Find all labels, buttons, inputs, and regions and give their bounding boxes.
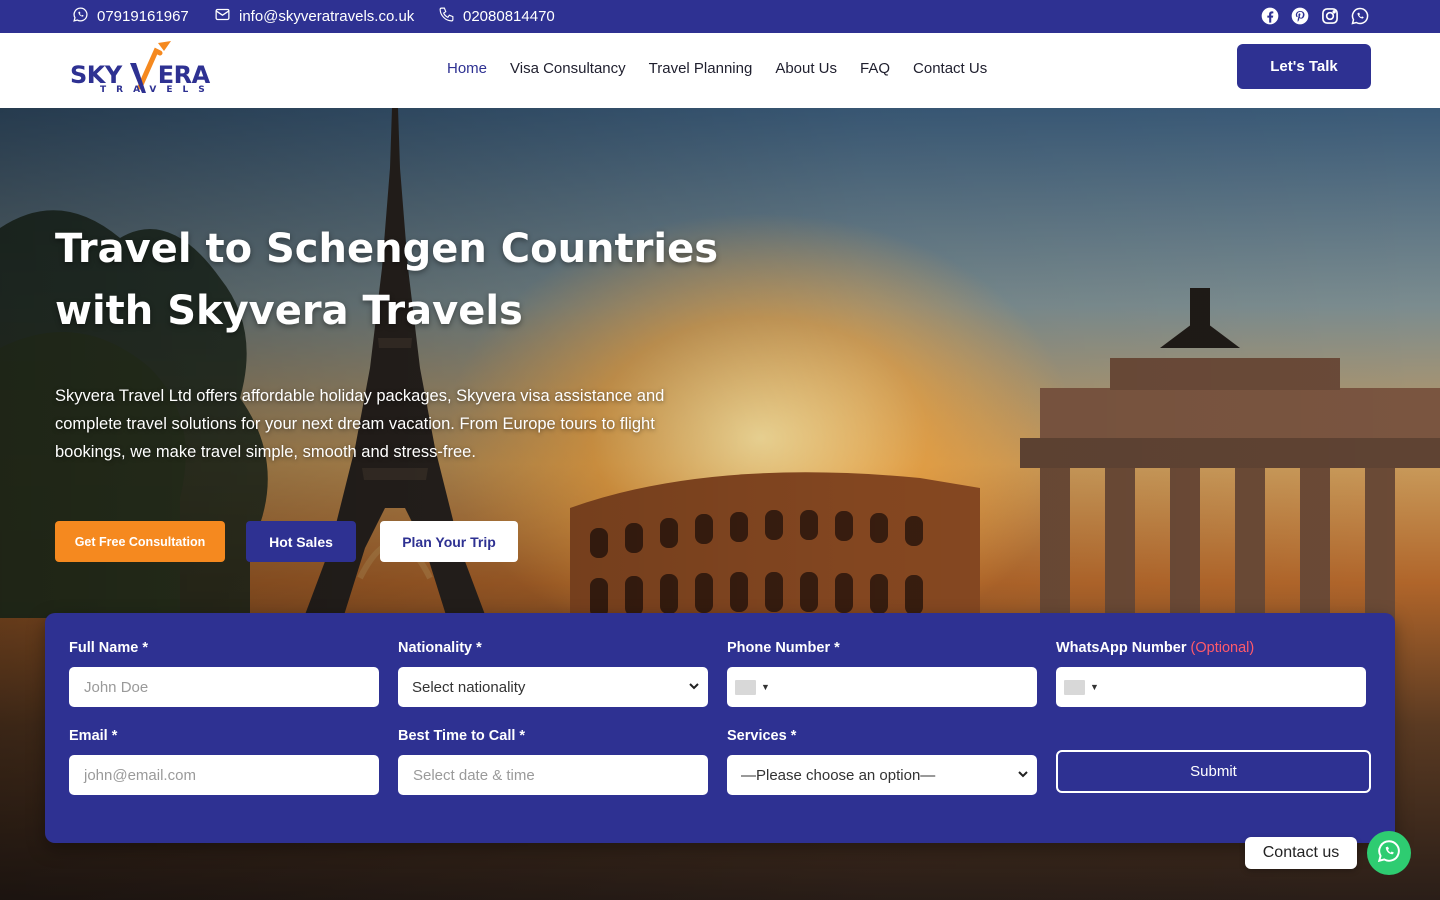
optional-tag: (Optional) bbox=[1190, 640, 1255, 656]
plan-your-trip-button[interactable]: Plan Your Trip bbox=[380, 521, 518, 562]
services-label: Services * bbox=[727, 728, 797, 744]
email-field: Email * john@email.com bbox=[69, 728, 379, 795]
whatsapp-input[interactable]: ▼ bbox=[1056, 667, 1366, 707]
facebook-icon[interactable] bbox=[1260, 6, 1280, 26]
hero-title: Travel to Schengen Countries with Skyver… bbox=[55, 218, 755, 342]
topbar-whatsapp[interactable]: 07919161967 bbox=[72, 0, 189, 33]
get-free-consultation-button[interactable]: Get Free Consultation bbox=[55, 521, 225, 562]
full-name-field: Full Name * John Doe bbox=[69, 640, 379, 707]
whatsapp-label: WhatsApp Number (Optional) bbox=[1056, 640, 1255, 656]
full-name-input[interactable]: John Doe bbox=[69, 667, 379, 707]
chevron-down-icon bbox=[688, 679, 700, 696]
main-header: SKY ERA TRAVELS Home Visa Consultancy Tra… bbox=[0, 33, 1440, 108]
caret-down-icon: ▼ bbox=[761, 682, 770, 692]
nav-travel-planning[interactable]: Travel Planning bbox=[649, 60, 753, 77]
hot-sales-button[interactable]: Hot Sales bbox=[246, 521, 356, 562]
main-nav: Home Visa Consultancy Travel Planning Ab… bbox=[447, 60, 987, 77]
services-value: —Please choose an option— bbox=[741, 766, 936, 784]
full-name-label: Full Name * bbox=[69, 640, 148, 656]
nav-faq[interactable]: FAQ bbox=[860, 60, 890, 77]
nationality-value: Select nationality bbox=[412, 678, 526, 696]
nav-visa-consultancy[interactable]: Visa Consultancy bbox=[510, 60, 626, 77]
submit-button[interactable]: Submit bbox=[1056, 750, 1371, 793]
topbar-whatsapp-text: 07919161967 bbox=[97, 8, 189, 25]
phone-input[interactable]: ▼ bbox=[727, 667, 1037, 707]
logo-text-bottom: TRAVELS bbox=[100, 85, 215, 95]
services-field: Services * —Please choose an option— bbox=[727, 728, 1037, 795]
phone-icon bbox=[438, 6, 455, 27]
topbar-phone-text: 02080814470 bbox=[463, 8, 555, 25]
whatsapp-icon bbox=[72, 6, 89, 27]
email-icon bbox=[214, 6, 231, 27]
topbar-email[interactable]: info@skyveratravels.co.uk bbox=[214, 0, 414, 33]
social-links bbox=[1260, 6, 1370, 26]
hero-title-line2: with Skyvera Travels bbox=[55, 288, 523, 334]
pinterest-icon[interactable] bbox=[1290, 6, 1310, 26]
caret-down-icon: ▼ bbox=[1090, 682, 1099, 692]
phone-field: Phone Number * ▼ bbox=[727, 640, 1037, 707]
hero-description: Skyvera Travel Ltd offers affordable hol… bbox=[55, 387, 665, 461]
services-select[interactable]: —Please choose an option— bbox=[727, 755, 1037, 795]
lets-talk-button[interactable]: Let's Talk bbox=[1237, 44, 1371, 89]
whatsapp-field: WhatsApp Number (Optional) ▼ bbox=[1056, 640, 1366, 707]
best-time-input[interactable]: Select date & time bbox=[398, 755, 708, 795]
topbar-email-text: info@skyveratravels.co.uk bbox=[239, 8, 415, 25]
country-flag-icon[interactable] bbox=[735, 679, 756, 695]
best-time-label: Best Time to Call * bbox=[398, 728, 526, 744]
nationality-select[interactable]: Select nationality bbox=[398, 667, 708, 707]
email-label: Email * bbox=[69, 728, 118, 744]
instagram-icon[interactable] bbox=[1320, 6, 1340, 26]
phone-label: Phone Number * bbox=[727, 640, 840, 656]
best-time-field: Best Time to Call * Select date & time bbox=[398, 728, 708, 795]
nationality-label: Nationality * bbox=[398, 640, 482, 656]
contact-us-chat-label[interactable]: Contact us bbox=[1245, 837, 1357, 869]
top-bar: 07919161967 info@skyveratravels.co.uk 02… bbox=[0, 0, 1440, 33]
topbar-phone[interactable]: 02080814470 bbox=[438, 0, 555, 33]
whatsapp-icon[interactable] bbox=[1350, 6, 1370, 26]
country-flag-icon[interactable] bbox=[1064, 679, 1085, 695]
hero-title-line1: Travel to Schengen Countries bbox=[55, 226, 719, 272]
nav-home[interactable]: Home bbox=[447, 60, 487, 77]
whatsapp-icon bbox=[1376, 838, 1402, 869]
nationality-field: Nationality * Select nationality bbox=[398, 640, 708, 707]
consultation-form: Full Name * John Doe Nationality * Selec… bbox=[45, 613, 1395, 843]
whatsapp-chat-button[interactable] bbox=[1367, 831, 1411, 875]
nav-contact-us[interactable]: Contact Us bbox=[913, 60, 987, 77]
nav-about-us[interactable]: About Us bbox=[775, 60, 837, 77]
hero-section: Travel to Schengen Countries with Skyver… bbox=[0, 108, 1440, 900]
email-input[interactable]: john@email.com bbox=[69, 755, 379, 795]
chevron-down-icon bbox=[1017, 767, 1029, 784]
